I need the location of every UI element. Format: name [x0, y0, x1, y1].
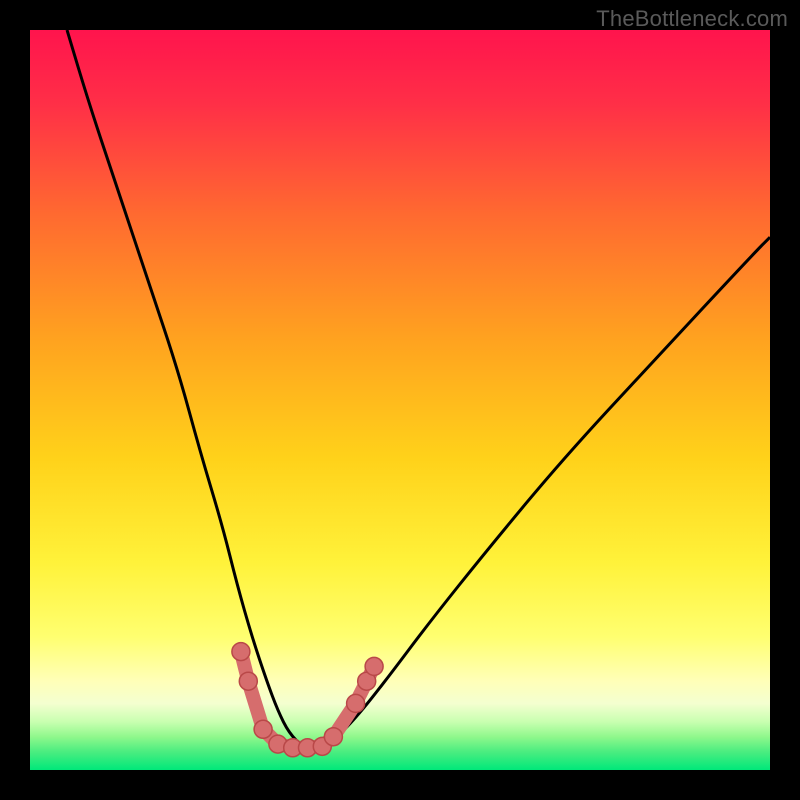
watermark-text: TheBottleneck.com — [596, 6, 788, 32]
chart-frame — [0, 0, 800, 800]
